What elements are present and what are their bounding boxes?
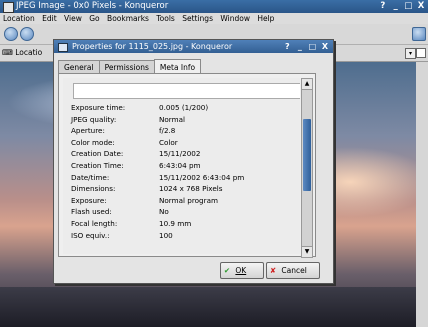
dialog-close-button[interactable]: X	[320, 40, 330, 53]
konqueror-titlebar[interactable]: JPEG Image - 0x0 Pixels - Konqueror ? _ …	[0, 0, 428, 13]
konqueror-app-icon	[3, 2, 14, 13]
vertical-scrollbar[interactable]: ▲ ▼	[301, 78, 313, 258]
menu-view[interactable]: View	[64, 14, 82, 23]
menu-location[interactable]: Location	[3, 14, 35, 23]
location-icon: ⌨	[2, 48, 13, 57]
menu-tools[interactable]: Tools	[156, 14, 174, 23]
list-item: ISO equiv.: 100	[71, 230, 173, 240]
list-item: Aperture: f/2.8	[71, 126, 176, 136]
list-item: Exposure: Normal program	[71, 195, 218, 205]
menu-go[interactable]: Go	[89, 14, 99, 23]
window-title: JPEG Image - 0x0 Pixels - Konqueror	[16, 1, 169, 11]
ok-button[interactable]: ✔ OK	[220, 262, 264, 279]
list-item: Focal length: 10.9 mm	[71, 218, 192, 228]
scroll-up-icon[interactable]: ▲	[302, 79, 312, 90]
dialog-help-button[interactable]: ?	[282, 40, 292, 53]
menu-help[interactable]: Help	[257, 14, 274, 23]
menu-settings[interactable]: Settings	[182, 14, 213, 23]
back-arrow-icon[interactable]	[4, 27, 18, 41]
cancel-x-icon: ✘	[269, 266, 277, 275]
list-item: Color mode: Color	[71, 137, 178, 147]
list-item: JPEG quality: Normal	[71, 114, 186, 124]
menu-edit[interactable]: Edit	[42, 14, 57, 23]
forward-arrow-icon[interactable]	[20, 27, 34, 41]
konqueror-throbber-icon	[412, 27, 426, 41]
tab-general[interactable]: General	[58, 60, 100, 74]
view-edge	[416, 62, 428, 327]
meta-info-scroll-area[interactable]: Exposure time: 0.005 (1/200) JPEG quality…	[63, 78, 300, 254]
tab-bar: General Permissions Meta Info	[58, 58, 202, 75]
location-checkbox[interactable]	[416, 48, 426, 58]
menu-bookmarks[interactable]: Bookmarks	[107, 14, 149, 23]
dialog-titlebar[interactable]: Properties for 1115_025.jpg - Konqueror …	[54, 40, 333, 53]
dialog-icon	[58, 43, 68, 52]
list-item: Dimensions: 1024 x 768 Pixels	[71, 184, 223, 194]
minimize-button[interactable]: _	[391, 0, 401, 13]
image-foreground	[0, 287, 428, 327]
scrollbar-thumb[interactable]	[303, 119, 311, 191]
dialog-minimize-button[interactable]: _	[295, 40, 305, 53]
dialog-maximize-button[interactable]: □	[307, 40, 317, 53]
close-button[interactable]: X	[416, 0, 426, 13]
dialog-title: Properties for 1115_025.jpg - Konqueror	[72, 42, 233, 51]
list-item: Exposure time: 0.005 (1/200)	[71, 103, 209, 112]
list-item: Flash used: No	[71, 207, 169, 217]
scroll-down-icon[interactable]: ▼	[302, 246, 312, 257]
checkmark-icon: ✔	[223, 266, 231, 275]
list-item: Creation Date: 15/11/2002	[71, 149, 201, 159]
help-button[interactable]: ?	[378, 0, 388, 13]
list-item: Creation Time: 6:43:04 pm	[71, 160, 201, 170]
list-item: Date/time: 15/11/2002 6:43:04 pm	[71, 172, 245, 182]
comment-field[interactable]	[73, 83, 300, 99]
meta-info-panel: Exposure time: 0.005 (1/200) JPEG quality…	[58, 73, 316, 258]
menubar: Location Edit View Go Bookmarks Tools Se…	[0, 13, 428, 24]
tab-permissions[interactable]: Permissions	[98, 60, 155, 74]
location-dropdown-icon[interactable]: ▾	[405, 48, 416, 59]
cancel-button[interactable]: ✘ Cancel	[266, 262, 320, 279]
properties-dialog: Properties for 1115_025.jpg - Konqueror …	[53, 39, 334, 284]
meta-info-list: Exposure time: 0.005 (1/200) JPEG quality…	[71, 102, 300, 241]
location-label: ⌨ Locatio	[2, 48, 43, 57]
maximize-button[interactable]: □	[403, 0, 413, 13]
menu-window[interactable]: Window	[220, 14, 250, 23]
